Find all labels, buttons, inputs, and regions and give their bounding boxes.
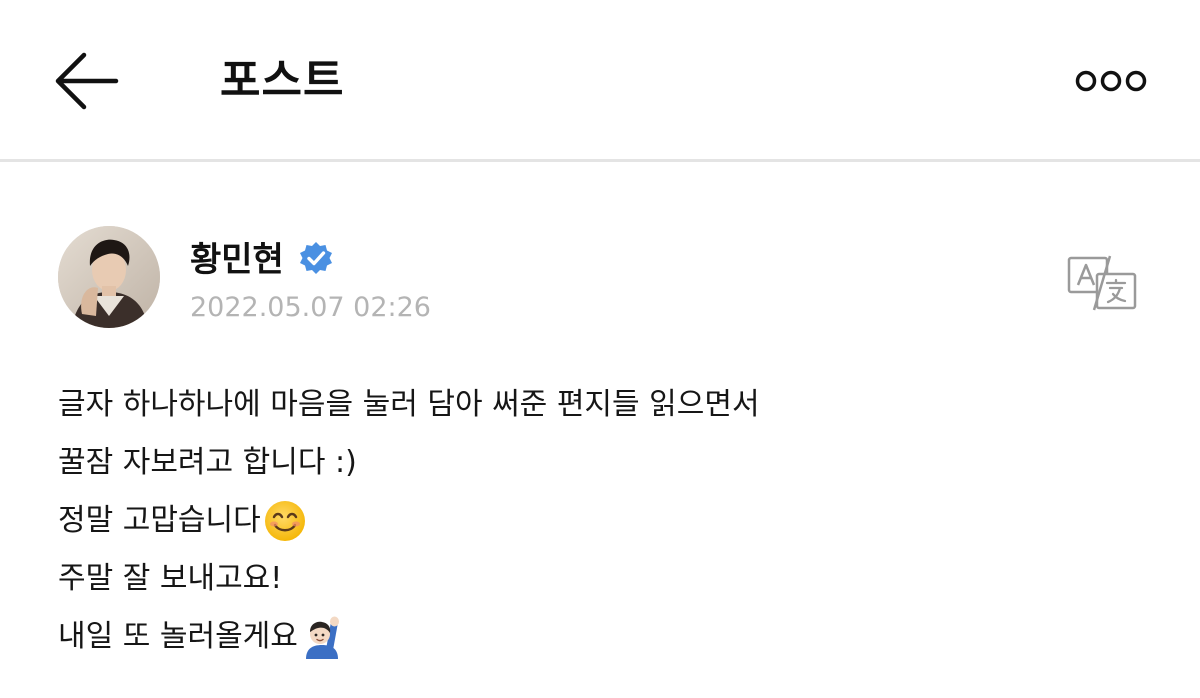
author-name[interactable]: 황민현 bbox=[190, 238, 284, 282]
post-text: 꿀잠 자보려고 합니다 :) bbox=[58, 445, 357, 480]
post-text-line: 내일 또 놀러올게요 bbox=[58, 608, 1148, 666]
translate-icon bbox=[1067, 255, 1137, 311]
post-author: 황민현 2022.05.07 02:26 bbox=[58, 226, 1148, 336]
back-button[interactable] bbox=[50, 48, 122, 114]
post-text: 내일 또 놀러올게요 bbox=[58, 619, 298, 654]
more-options-button[interactable] bbox=[1070, 62, 1156, 100]
post-timestamp: 2022.05.07 02:26 bbox=[190, 292, 431, 323]
page-title: 포스트 bbox=[220, 55, 345, 106]
person-raising-hand-emoji bbox=[300, 615, 344, 659]
top-app-bar: 포스트 bbox=[0, 0, 1200, 162]
avatar[interactable] bbox=[58, 226, 160, 328]
post-text: 주말 잘 보내고요! bbox=[58, 561, 283, 596]
post-text: 글자 하나하나에 마음을 눌러 담아 써준 편지들 읽으면서 bbox=[58, 387, 760, 422]
back-arrow-icon bbox=[55, 52, 119, 110]
translate-button[interactable] bbox=[1064, 254, 1140, 314]
more-options-icon bbox=[1075, 70, 1147, 92]
post-text-line: 정말 고맙습니다 bbox=[58, 492, 1148, 550]
verified-badge-icon bbox=[298, 240, 334, 276]
post-text: 정말 고맙습니다 bbox=[58, 503, 261, 538]
post-text-line: 꿀잠 자보려고 합니다 :) bbox=[58, 434, 1148, 492]
post-text-line: 글자 하나하나에 마음을 눌러 담아 써준 편지들 읽으면서 bbox=[58, 376, 1148, 434]
post-content: 글자 하나하나에 마음을 눌러 담아 써준 편지들 읽으면서 꿀잠 자보려고 합… bbox=[58, 376, 1148, 666]
post-text-line: 주말 잘 보내고요! bbox=[58, 550, 1148, 608]
smiling-face-emoji bbox=[263, 499, 307, 543]
